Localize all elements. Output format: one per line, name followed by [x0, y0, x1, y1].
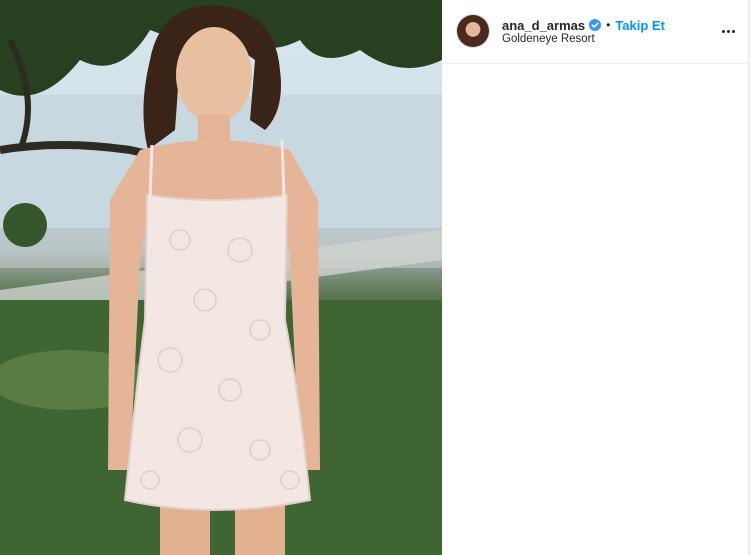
post-header: ana_d_armas • Takip Et Goldeneye Resort: [442, 0, 751, 64]
verified-badge-icon: [589, 19, 602, 31]
more-options-icon[interactable]: [719, 22, 737, 40]
avatar[interactable]: [457, 15, 489, 47]
location-link[interactable]: Goldeneye Resort: [502, 33, 595, 45]
separator-dot: •: [606, 18, 611, 32]
user-row: ana_d_armas • Takip Et: [502, 16, 665, 34]
post-photo[interactable]: [0, 0, 442, 555]
post-sidebar: ana_d_armas • Takip Et Goldeneye Resort: [442, 0, 751, 555]
photo-illustration: [0, 0, 442, 555]
username-link[interactable]: ana_d_armas: [502, 18, 585, 33]
follow-button[interactable]: Takip Et: [615, 18, 665, 33]
